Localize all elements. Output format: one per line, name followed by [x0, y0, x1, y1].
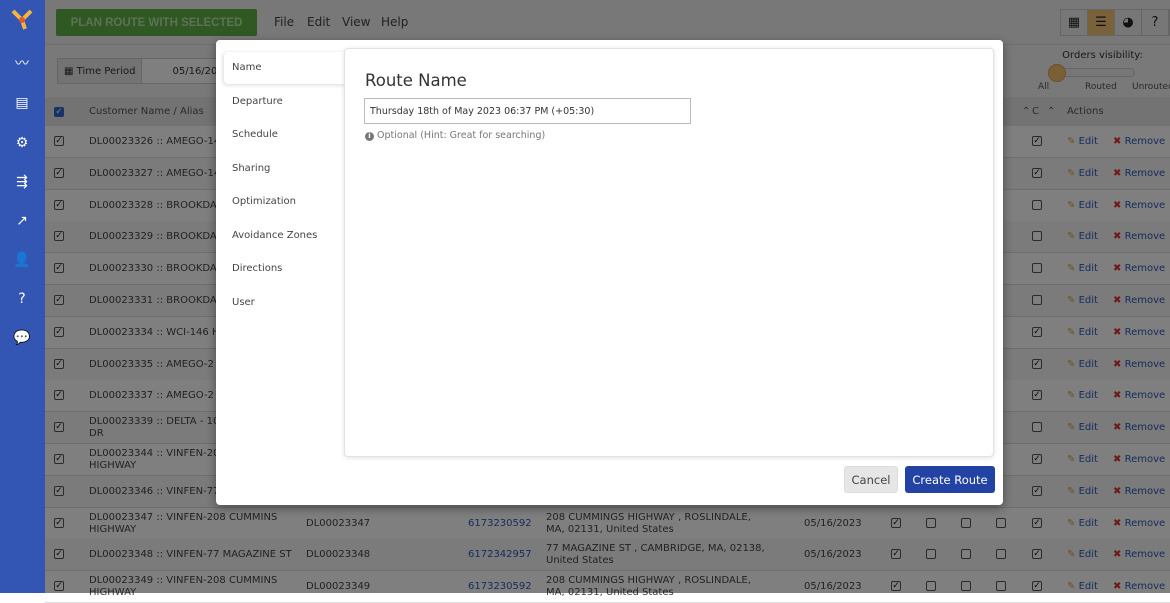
cancel-button[interactable]: Cancel — [844, 466, 898, 493]
hint-text: Optional (Hint: Great for searching) — [377, 130, 546, 141]
tab-user[interactable]: User — [224, 287, 349, 319]
tab-optimization[interactable]: Optimization — [224, 186, 349, 218]
routes-icon[interactable]: 〰 — [13, 55, 31, 73]
tab-schedule[interactable]: Schedule — [224, 119, 349, 151]
route-name-panel: Route Name i Optional (Hint: Great for s… — [344, 48, 994, 457]
chat-icon[interactable]: 💬 — [13, 329, 31, 347]
logo-icon[interactable] — [11, 9, 33, 31]
route-name-hint: i Optional (Hint: Great for searching) — [365, 130, 545, 141]
tracking-icon[interactable]: ⇶ — [13, 173, 31, 191]
tab-departure[interactable]: Departure — [224, 86, 349, 118]
team-icon[interactable]: 👤 — [13, 251, 31, 269]
tab-avoidance-zones[interactable]: Avoidance Zones — [224, 220, 349, 252]
panel-title: Route Name — [365, 71, 467, 90]
create-route-button[interactable]: Create Route — [905, 466, 995, 493]
orders-icon[interactable]: ▤ — [13, 94, 31, 112]
tab-sharing[interactable]: Sharing — [224, 153, 349, 185]
route-name-input[interactable] — [364, 98, 691, 124]
tab-directions[interactable]: Directions — [224, 253, 349, 285]
tab-name[interactable]: Name — [224, 52, 356, 84]
create-route-modal: Name Departure Schedule Sharing Optimization… — [216, 40, 1003, 505]
analytics-icon[interactable]: ↗ — [13, 212, 31, 230]
info-icon: i — [365, 132, 374, 141]
settings-icon[interactable]: ⚙ — [13, 134, 31, 152]
help-icon[interactable]: ? — [13, 290, 31, 308]
sidebar: 〰 ▤ ⚙ ⇶ ↗ 👤 ? 💬 — [0, 0, 45, 593]
